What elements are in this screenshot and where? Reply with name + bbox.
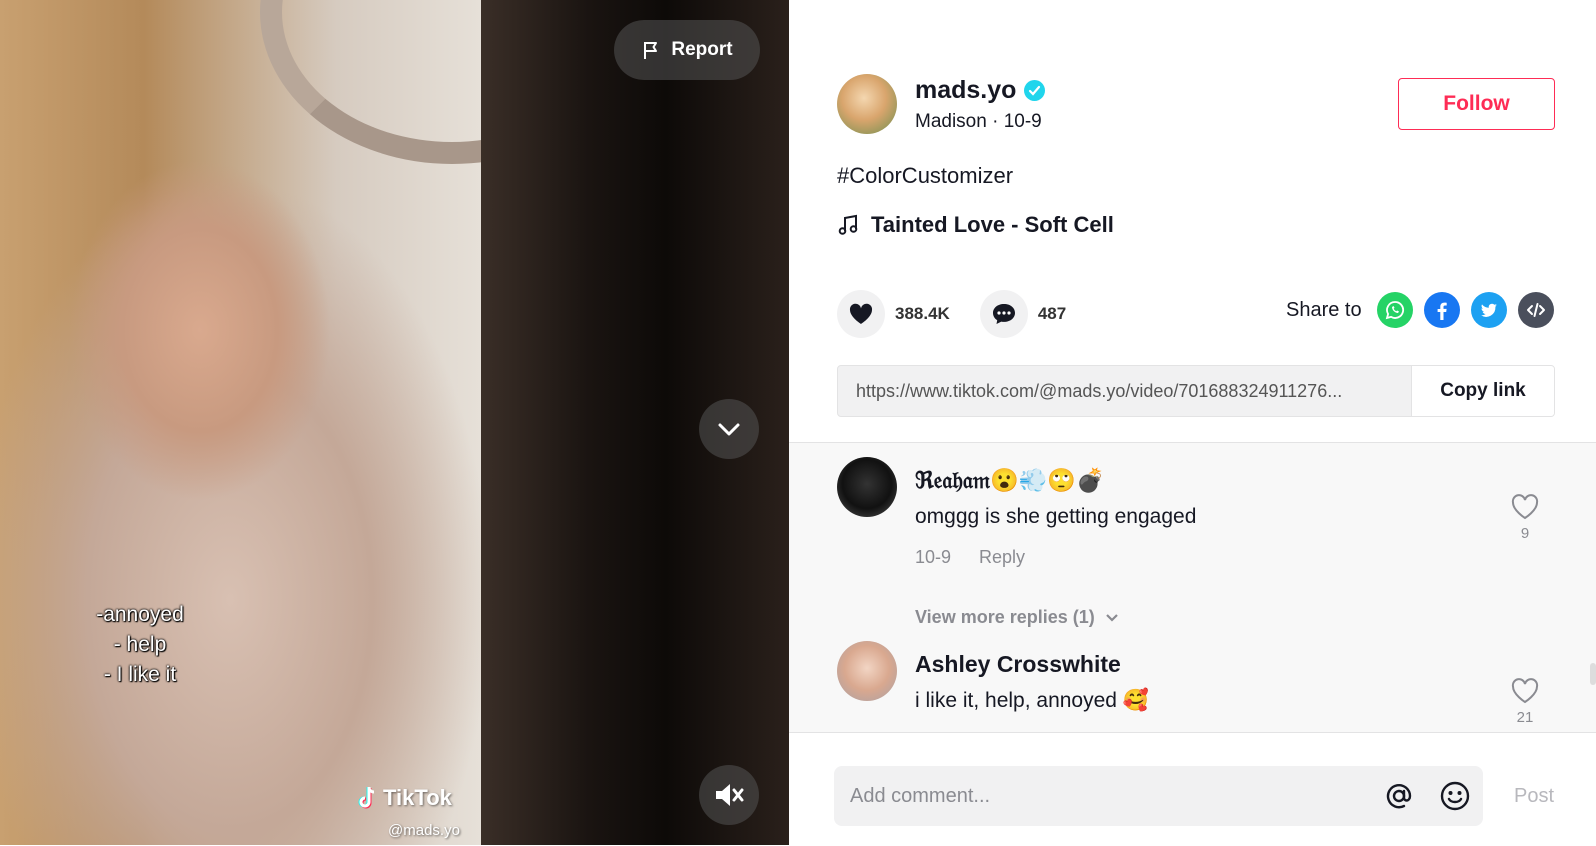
scrollbar-thumb[interactable] — [1590, 663, 1596, 685]
caption-line: -annoyed — [96, 603, 184, 626]
volume-muted-icon — [716, 784, 744, 806]
watermark-brand: TikTok — [383, 785, 452, 810]
caption-line: - I like it — [103, 663, 177, 686]
twitter-icon[interactable] — [1470, 292, 1507, 328]
comment-like[interactable]: 21 — [1507, 677, 1543, 726]
reply-button[interactable]: Reply — [979, 547, 1025, 568]
music-note-icon — [838, 214, 858, 235]
report-label: Report — [671, 39, 733, 60]
author-username-row[interactable]: mads.yo — [915, 76, 1046, 105]
tiktok-watermark: TikTok — [355, 785, 452, 811]
comment-input[interactable]: Add comment... — [834, 785, 1371, 808]
heart-outline-icon — [1511, 678, 1539, 704]
copy-link-box: https://www.tiktok.com/@mads.yo/video/70… — [837, 365, 1555, 417]
music-title: Tainted Love - Soft Cell — [871, 212, 1114, 237]
heart-icon — [849, 303, 873, 324]
share-bar: Share to — [1286, 292, 1554, 328]
copy-link-button[interactable]: Copy link — [1411, 366, 1554, 416]
comment-text: omggg is she getting engaged — [915, 505, 1197, 528]
comment-like-count: 9 — [1520, 525, 1530, 542]
follow-button[interactable]: Follow — [1398, 78, 1555, 130]
author-subtitle: Madison · 10-9 — [915, 110, 1042, 132]
commenter-avatar[interactable] — [837, 641, 897, 701]
comment-bubble-icon — [992, 304, 1015, 324]
chevron-down-icon — [1105, 613, 1118, 622]
comment-like-count: 21 — [1516, 709, 1534, 726]
comment-text: i like it, help, annoyed 🥰 — [915, 689, 1149, 712]
details-panel: mads.yo Madison · 10-9 Follow #ColorCust… — [789, 0, 1596, 846]
heart-outline-icon — [1511, 494, 1539, 520]
report-button[interactable]: Report — [614, 20, 760, 80]
post-button[interactable]: Post — [1514, 785, 1554, 808]
embed-icon[interactable] — [1517, 292, 1554, 328]
video-pane[interactable]: -annoyed - help - I like it TikTok @mads… — [0, 0, 789, 845]
watermark-handle: @mads.yo — [388, 822, 460, 839]
next-video-button[interactable] — [699, 399, 759, 459]
comment-date: 10-9 — [915, 547, 952, 567]
share-label: Share to — [1286, 298, 1362, 321]
mention-button[interactable] — [1371, 780, 1427, 812]
commenter-name[interactable]: Ashley Crosswhite — [915, 651, 1121, 678]
comment-button[interactable] — [979, 290, 1028, 338]
flag-icon — [644, 42, 658, 59]
whatsapp-icon[interactable] — [1376, 292, 1413, 328]
comments-list[interactable]: ℜ𝔢𝔞𝔥𝔞𝔪😮💨🙄💣 omggg is she getting engaged … — [789, 442, 1596, 733]
video-frame[interactable]: -annoyed - help - I like it TikTok @mads… — [0, 0, 644, 845]
emoji-icon — [1440, 781, 1470, 811]
comment-action[interactable]: 487 — [979, 290, 1067, 338]
engagement-actions: 388.4K 487 — [837, 290, 1096, 338]
video-caption: -annoyed - help - I like it — [60, 600, 220, 690]
music-link[interactable]: Tainted Love - Soft Cell — [837, 212, 1114, 238]
emoji-button[interactable] — [1427, 780, 1483, 812]
commenter-avatar[interactable] — [837, 457, 897, 517]
tiktok-logo-icon — [358, 786, 375, 809]
view-more-replies[interactable]: View more replies (1) — [915, 607, 1119, 628]
mute-button[interactable] — [699, 765, 759, 825]
post-description[interactable]: #ColorCustomizer — [837, 163, 1013, 189]
like-action[interactable]: 388.4K — [837, 290, 950, 338]
comment-composer: Add comment... Post — [789, 732, 1596, 846]
at-sign-icon — [1386, 784, 1412, 809]
comment-count: 487 — [1037, 304, 1067, 323]
author-avatar[interactable] — [837, 74, 897, 134]
commenter-name[interactable]: ℜ𝔢𝔞𝔥𝔞𝔪😮💨🙄💣 — [915, 467, 1105, 494]
chevron-down-icon — [718, 423, 740, 436]
author-info[interactable]: mads.yo Madison · 10-9 — [837, 74, 1046, 134]
view-more-replies-label: View more replies (1) — [915, 607, 1095, 627]
caption-line: - help — [113, 633, 167, 656]
comment-like[interactable]: 9 — [1507, 493, 1543, 542]
comment-input-box[interactable]: Add comment... — [834, 766, 1483, 826]
video-url[interactable]: https://www.tiktok.com/@mads.yo/video/70… — [838, 366, 1411, 416]
author-username[interactable]: mads.yo — [915, 76, 1016, 105]
like-button[interactable] — [837, 290, 885, 338]
verified-badge-icon — [1024, 79, 1046, 101]
facebook-icon[interactable] — [1423, 292, 1460, 328]
like-count: 388.4K — [895, 304, 950, 323]
